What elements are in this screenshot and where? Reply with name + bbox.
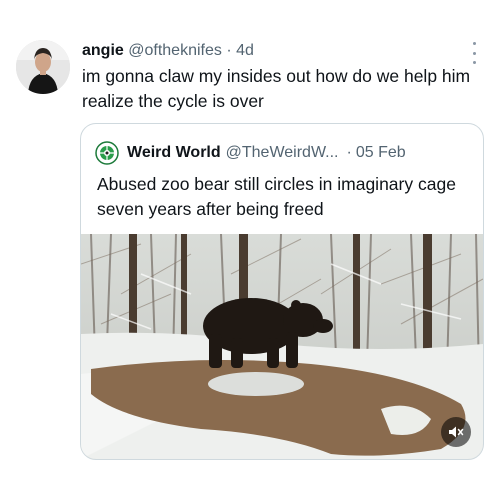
- tweet-text: im gonna claw my insides out how do we h…: [82, 66, 471, 111]
- more-options-icon[interactable]: [470, 42, 478, 64]
- quoted-tweet[interactable]: Weird World @TheWeirdW... · 05 Feb Abuse…: [80, 123, 484, 460]
- tweet-header: angie @oftheknifes · 4d: [82, 42, 254, 60]
- bear-video-frame: [81, 234, 483, 459]
- quoted-tweet-header: Weird World @TheWeirdW... · 05 Feb: [95, 141, 406, 165]
- volume-muted-icon[interactable]: [441, 417, 471, 447]
- separator-dot: ·: [226, 42, 232, 59]
- author-name[interactable]: angie: [82, 42, 124, 59]
- quoted-separator-dot: ·: [346, 144, 352, 161]
- tweet-timestamp[interactable]: 4d: [236, 42, 254, 59]
- quoted-timestamp[interactable]: 05 Feb: [356, 144, 406, 162]
- quoted-author-handle[interactable]: @TheWeirdW...: [226, 144, 339, 162]
- avatar[interactable]: [16, 40, 70, 94]
- quoted-author-name[interactable]: Weird World: [127, 144, 221, 162]
- author-handle[interactable]: @oftheknifes: [128, 42, 222, 59]
- globe-logo-icon[interactable]: [95, 141, 119, 165]
- avatar-image: [16, 40, 70, 94]
- tweet-card: angie @oftheknifes · 4d im gonna claw my…: [0, 0, 500, 500]
- quoted-tweet-text: Abused zoo bear still circles in imagina…: [97, 174, 456, 219]
- video-player[interactable]: [81, 234, 483, 459]
